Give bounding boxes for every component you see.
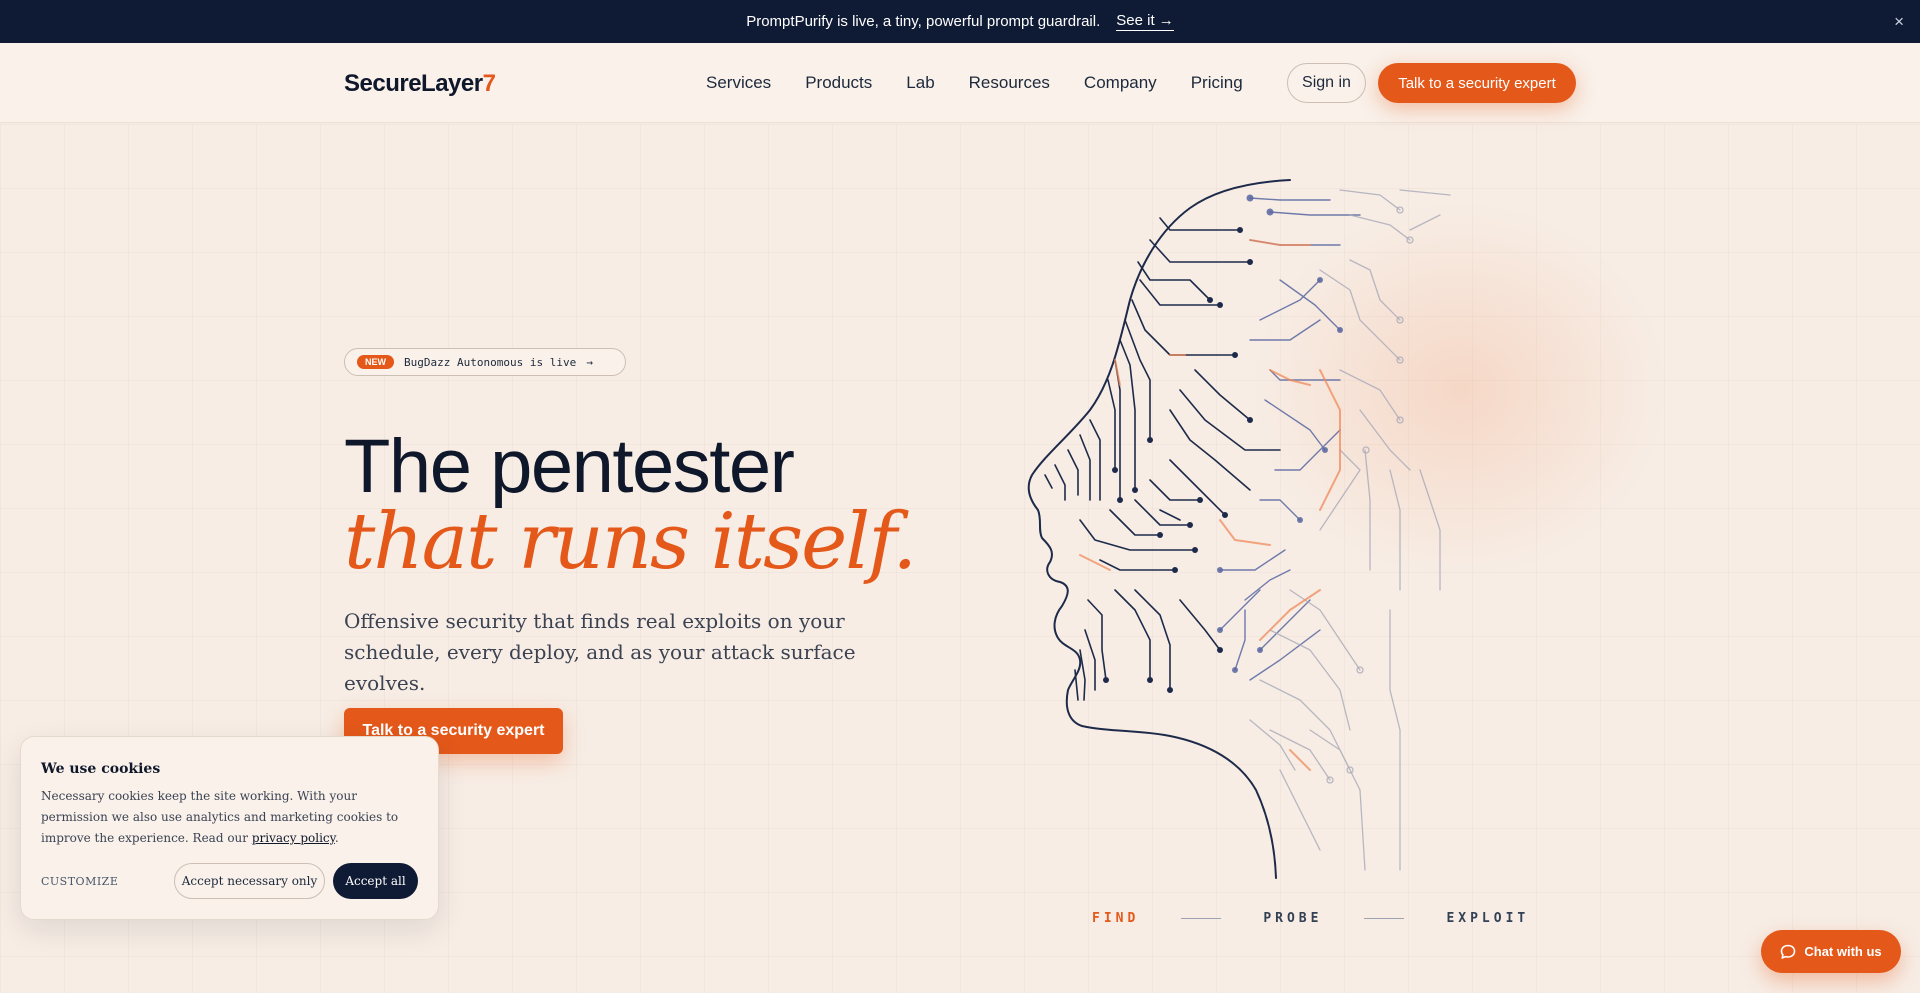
privacy-policy-link[interactable]: privacy policy bbox=[252, 831, 335, 845]
hero-subtitle: Offensive security that finds real explo… bbox=[344, 609, 856, 695]
step-probe: PROBE bbox=[1263, 911, 1323, 926]
logo-text: SecureLayer bbox=[344, 70, 483, 97]
process-steps: FIND PROBE EXPLOIT bbox=[1092, 911, 1529, 926]
cookie-body-period: . bbox=[334, 831, 339, 845]
new-tag: NEW bbox=[357, 355, 394, 369]
nav-item-lab[interactable]: Lab bbox=[906, 73, 934, 93]
logo[interactable]: SecureLayer7 bbox=[344, 70, 496, 98]
accept-all-button[interactable]: Accept all bbox=[333, 863, 418, 899]
announcement-link[interactable]: See it → bbox=[1116, 12, 1174, 31]
cookie-actions: CUSTOMIZE Accept necessary only Accept a… bbox=[41, 863, 418, 899]
logo-accent: 7 bbox=[482, 70, 496, 97]
cookie-body-text: Necessary cookies keep the site working.… bbox=[41, 789, 399, 845]
chat-bubble-icon bbox=[1781, 944, 1796, 959]
main-nav: Services Products Lab Resources Company … bbox=[706, 73, 1277, 93]
customize-button[interactable]: CUSTOMIZE bbox=[41, 875, 174, 888]
hero-title-line2: that runs itself. bbox=[344, 497, 917, 587]
chat-button[interactable]: Chat with us bbox=[1761, 930, 1901, 973]
cookie-banner: We use cookies Necessary cookies keep th… bbox=[20, 736, 439, 920]
circuit-head-illustration bbox=[1027, 179, 1451, 879]
nav-item-company[interactable]: Company bbox=[1084, 73, 1157, 93]
step-divider bbox=[1364, 918, 1405, 919]
nav-item-pricing[interactable]: Pricing bbox=[1191, 73, 1243, 93]
cookie-body: Necessary cookies keep the site working.… bbox=[41, 786, 418, 849]
step-divider bbox=[1181, 918, 1222, 919]
badge-text: BugDazz Autonomous is live bbox=[404, 355, 577, 369]
header-cta-button[interactable]: Talk to a security expert bbox=[1378, 63, 1576, 103]
step-find: FIND bbox=[1092, 911, 1140, 926]
announcement-message: PromptPurify is live, a tiny, powerful p… bbox=[746, 13, 1101, 30]
close-icon[interactable]: × bbox=[1894, 12, 1904, 32]
nav-item-products[interactable]: Products bbox=[805, 73, 872, 93]
arrow-right-icon: → bbox=[586, 355, 593, 369]
site-header: SecureLayer7 Services Products Lab Resou… bbox=[0, 43, 1920, 123]
sign-in-button[interactable]: Sign in bbox=[1287, 63, 1366, 103]
nav-item-services[interactable]: Services bbox=[706, 73, 771, 93]
nav-item-resources[interactable]: Resources bbox=[969, 73, 1050, 93]
announcement-bar: PromptPurify is live, a tiny, powerful p… bbox=[0, 0, 1920, 43]
cookie-title: We use cookies bbox=[41, 761, 161, 777]
announcement-badge[interactable]: NEW BugDazz Autonomous is live → bbox=[344, 348, 626, 376]
accept-necessary-button[interactable]: Accept necessary only bbox=[174, 863, 325, 899]
step-exploit: EXPLOIT bbox=[1446, 911, 1530, 926]
chat-label: Chat with us bbox=[1804, 944, 1882, 959]
